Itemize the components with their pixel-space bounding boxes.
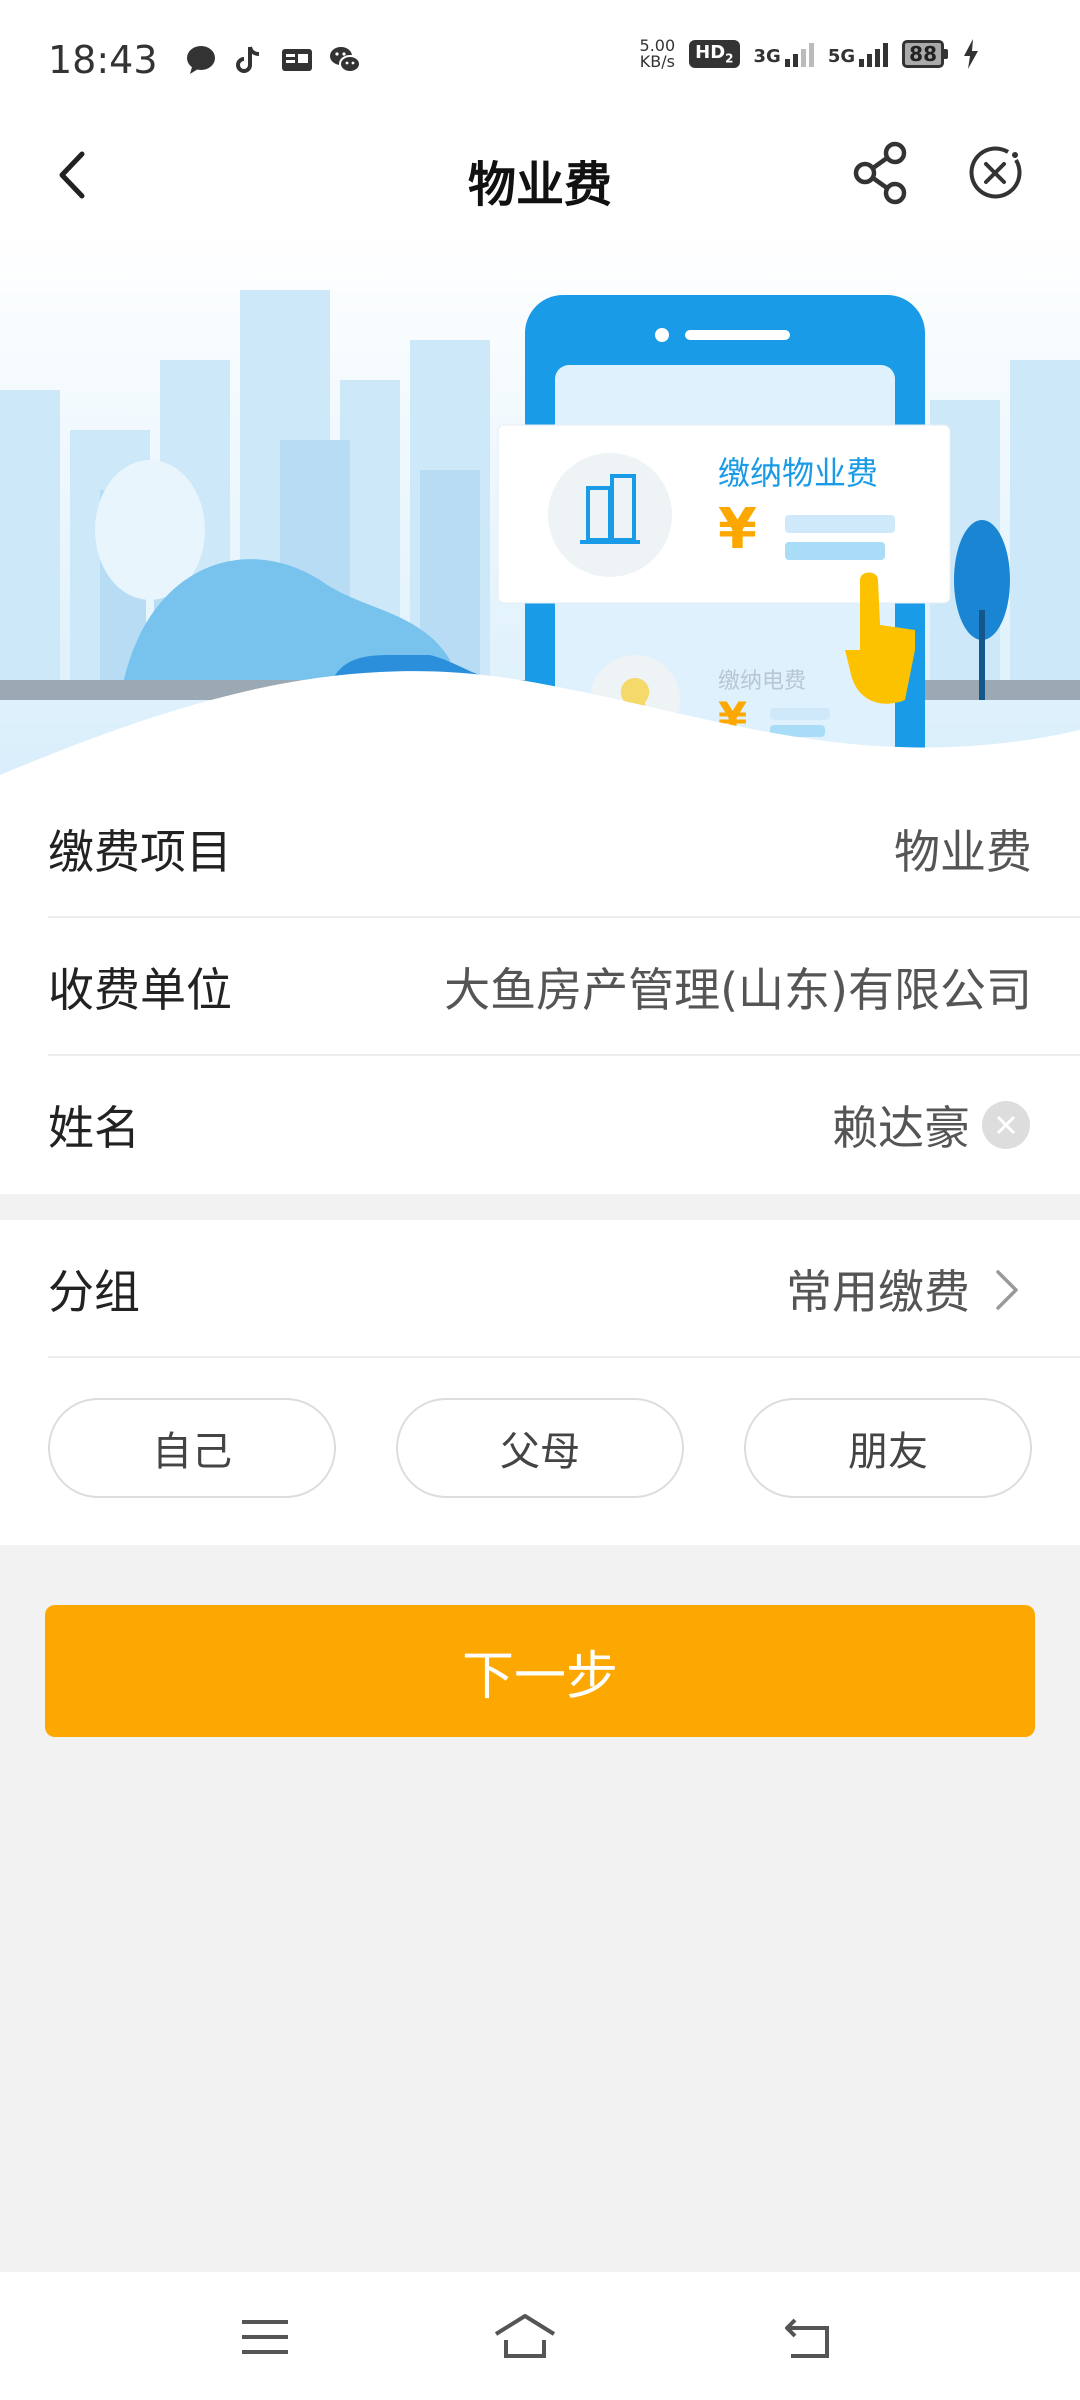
title-bar: 物业费 (0, 120, 1080, 230)
name-row: 姓名 赖达豪 (0, 1056, 1080, 1194)
signal-3g-icon (784, 41, 814, 67)
company-value: 大鱼房产管理(山东)有限公司 (444, 963, 1032, 1017)
chip-self[interactable]: 自己 (48, 1398, 336, 1498)
tiktok-icon (235, 46, 259, 73)
signal-5g: 5G (827, 41, 889, 67)
group-chips: 自己 父母 朋友 (0, 1358, 1080, 1498)
status-bar: 18:43 5.00 KB/s HD2 3G 5G 88 (0, 0, 1080, 120)
banner-illustration: 缴纳物业费 ¥ 缴纳电费 ¥ (0, 230, 1080, 790)
banner-secondary-title: 缴纳电费 (718, 669, 806, 694)
group-card: 分组 常用缴费 自己 父母 朋友 (0, 1220, 1080, 1545)
company-row: 收费单位 大鱼房产管理(山东)有限公司 (0, 918, 1080, 1056)
signal-5g-label: 5G (827, 46, 856, 67)
wechat-icon (329, 47, 361, 73)
banner-card-currency: ¥ (718, 497, 757, 562)
system-status: 5.00 KB/s HD2 3G 5G 88 (640, 38, 980, 70)
pay-item-value: 物业费 (894, 825, 1032, 879)
hd-badge: HD2 (689, 40, 740, 68)
divider (48, 1356, 1080, 1358)
notification-icons (184, 43, 362, 77)
hd-label: HD (695, 42, 726, 64)
chip-parents[interactable]: 父母 (396, 1398, 684, 1498)
signal-3g: 3G (754, 41, 814, 67)
group-row[interactable]: 分组 常用缴费 (0, 1220, 1080, 1358)
banner-graphic: 缴纳物业费 ¥ 缴纳电费 ¥ (0, 230, 1080, 790)
toutiao-icon (281, 49, 312, 71)
menu-icon[interactable] (230, 2302, 300, 2372)
pay-item-row: 缴费项目 物业费 (0, 780, 1080, 918)
name-field[interactable]: 赖达豪 (832, 1092, 970, 1158)
battery-level: 88 (902, 40, 944, 68)
page-title: 物业费 (467, 157, 612, 213)
name-label: 姓名 (48, 1101, 140, 1155)
group-value: 常用缴费 (786, 1265, 970, 1319)
net-speed-unit: KB/s (639, 52, 675, 71)
home-icon[interactable] (490, 2302, 560, 2372)
battery-tip (944, 49, 948, 59)
share-icon[interactable] (845, 138, 915, 208)
back-nav-icon[interactable] (775, 2302, 845, 2372)
signal-5g-icon (859, 41, 889, 67)
chip-friends[interactable]: 朋友 (744, 1398, 1032, 1498)
close-mini-program-icon[interactable] (960, 138, 1030, 208)
clear-name-button[interactable] (982, 1101, 1030, 1149)
group-label: 分组 (48, 1265, 140, 1319)
company-label: 收费单位 (48, 963, 232, 1017)
net-speed: 5.00 KB/s (640, 38, 676, 70)
system-nav-bar (0, 2272, 1080, 2400)
chevron-right-icon (996, 1270, 1018, 1310)
banner-card-title: 缴纳物业费 (718, 454, 878, 492)
pay-item-label: 缴费项目 (48, 825, 232, 879)
payment-info-card: 缴费项目 物业费 收费单位 大鱼房产管理(山东)有限公司 姓名 赖达豪 (0, 780, 1080, 1194)
hd-sub: 2 (725, 51, 734, 66)
battery-icon: 88 (902, 40, 948, 68)
charging-icon (964, 39, 978, 69)
status-time: 18:43 (48, 38, 158, 82)
next-step-button[interactable]: 下一步 (45, 1605, 1035, 1737)
signal-3g-label: 3G (753, 46, 781, 67)
message-icon (186, 46, 215, 74)
clear-icon (996, 1115, 1016, 1135)
